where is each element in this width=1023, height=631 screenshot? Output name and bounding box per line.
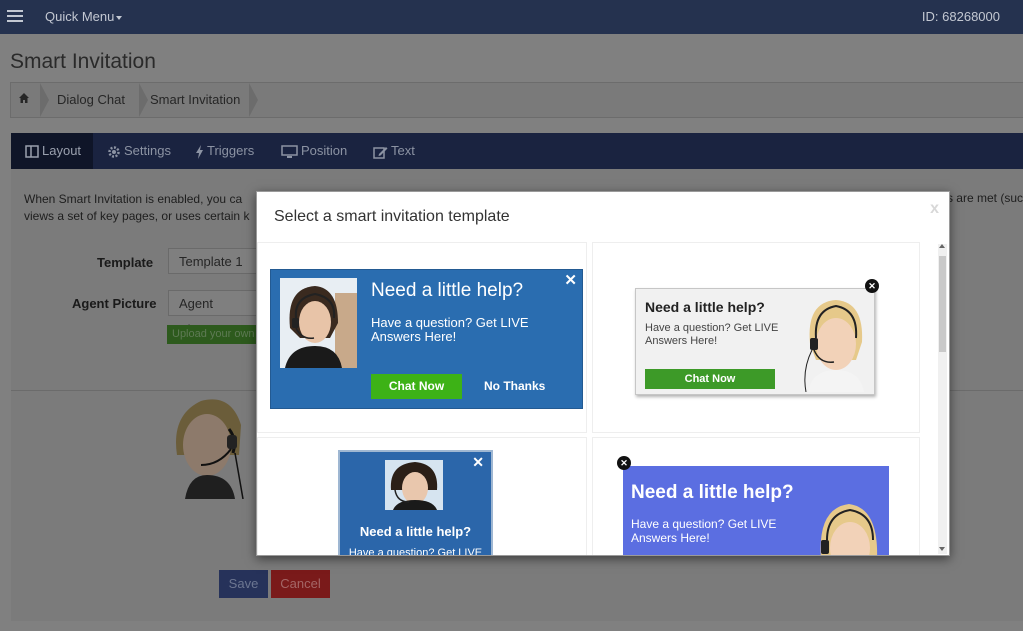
scrollbar-thumb[interactable]: [939, 256, 946, 352]
breadcrumb-item-dialog-chat[interactable]: Dialog Chat: [57, 92, 125, 107]
template-title: Need a little help?: [359, 524, 472, 539]
save-button[interactable]: Save: [219, 570, 268, 598]
edit-icon: [373, 146, 388, 159]
gear-icon: [108, 145, 120, 158]
quick-menu-dropdown[interactable]: Quick Menu: [45, 9, 123, 24]
account-id: ID: 68268000: [921, 9, 1000, 24]
template-grid: Need a little help? Have a question? Get…: [257, 242, 949, 555]
close-icon: ✕: [865, 279, 879, 293]
scroll-down-arrow-icon[interactable]: [939, 547, 945, 551]
home-icon[interactable]: [18, 92, 30, 104]
page-title: Smart Invitation: [10, 50, 156, 73]
hamburger-menu-icon[interactable]: [7, 10, 23, 23]
quick-menu-label: Quick Menu: [45, 9, 115, 24]
template-option-1[interactable]: Need a little help? Have a question? Get…: [257, 242, 587, 433]
tab-position[interactable]: Position: [267, 133, 359, 169]
chat-now-button: Chat Now: [645, 369, 775, 389]
tab-label: Triggers: [207, 143, 255, 158]
close-icon[interactable]: x: [930, 200, 939, 218]
template-title: Need a little help?: [371, 280, 524, 301]
template-option-2[interactable]: Need a little help? Have a question? Get…: [592, 242, 920, 433]
template-label: Template: [97, 255, 154, 270]
agent-picture-select[interactable]: Agent Picture: [168, 290, 258, 337]
close-icon: ✕: [472, 454, 484, 470]
tab-settings[interactable]: Settings: [93, 133, 183, 169]
template-preview-4: Need a little help? Have a question? Get…: [623, 466, 889, 555]
agent-avatar: [176, 399, 244, 499]
scroll-up-arrow-icon[interactable]: [939, 244, 945, 248]
description-line: views a set of key pages, or uses certai…: [24, 209, 250, 223]
agent-photo: [804, 300, 864, 392]
description-line: When Smart Invitation is enabled, you ca: [24, 192, 243, 206]
template-option-4[interactable]: Need a little help? Have a question? Get…: [592, 437, 920, 555]
agent-photo: [280, 278, 357, 368]
upload-picture-button[interactable]: Upload your own: [167, 325, 257, 344]
cancel-button[interactable]: Cancel: [271, 570, 330, 598]
monitor-icon: [281, 144, 298, 158]
tab-label: Settings: [124, 143, 171, 158]
template-subtitle: Have a question? Get LIVE Answers Here!: [645, 322, 779, 347]
modal-scrollbar[interactable]: [938, 244, 947, 554]
tab-bar: Layout Settings Triggers Position Text: [11, 133, 1023, 169]
tab-layout[interactable]: Layout: [11, 133, 94, 169]
description-text: When Smart Invitation is enabled, you ca…: [24, 191, 249, 225]
layout-icon: [25, 145, 39, 158]
template-subtitle: Have a question? Get LIVE Answers Here!: [631, 517, 777, 545]
tab-triggers[interactable]: Triggers: [181, 133, 266, 169]
agent-picture-label: Agent Picture: [72, 296, 157, 311]
top-navigation-bar: Quick Menu ID: 68268000: [0, 0, 1023, 34]
breadcrumb: Dialog Chat Smart Invitation: [10, 82, 1023, 118]
template-preview-3: Need a little help? Have a question? Get…: [338, 450, 493, 555]
tab-text[interactable]: Text: [359, 133, 427, 169]
close-icon: ✕: [564, 272, 577, 289]
template-subtitle: Have a question? Get LIVE Answers Here!: [371, 315, 529, 344]
bolt-icon: [196, 144, 203, 159]
no-thanks-button: No Thanks: [484, 379, 546, 393]
description-text-right: s are met (suc: [946, 191, 1023, 205]
tab-label: Position: [301, 143, 348, 158]
template-option-3[interactable]: Need a little help? Have a question? Get…: [257, 437, 587, 555]
template-subtitle: Have a question? Get LIVE: [348, 547, 483, 555]
tab-label: Text: [391, 143, 415, 158]
modal-title: Select a smart invitation template: [274, 208, 510, 225]
template-preview-2: Need a little help? Have a question? Get…: [635, 288, 875, 395]
template-select[interactable]: Template 1: [168, 248, 258, 274]
chat-now-button: Chat Now: [371, 374, 462, 399]
breadcrumb-item-smart-invitation[interactable]: Smart Invitation: [150, 92, 240, 107]
agent-photo: [385, 460, 443, 510]
template-selection-modal: Select a smart invitation template x Nee…: [256, 191, 950, 556]
chevron-down-icon: [116, 15, 123, 20]
template-title: Need a little help?: [631, 482, 794, 503]
agent-photo: [820, 504, 878, 555]
template-preview-1: Need a little help? Have a question? Get…: [270, 269, 583, 409]
close-icon: ✕: [617, 456, 631, 470]
tab-label: Layout: [42, 143, 82, 158]
template-title: Need a little help?: [645, 299, 765, 315]
